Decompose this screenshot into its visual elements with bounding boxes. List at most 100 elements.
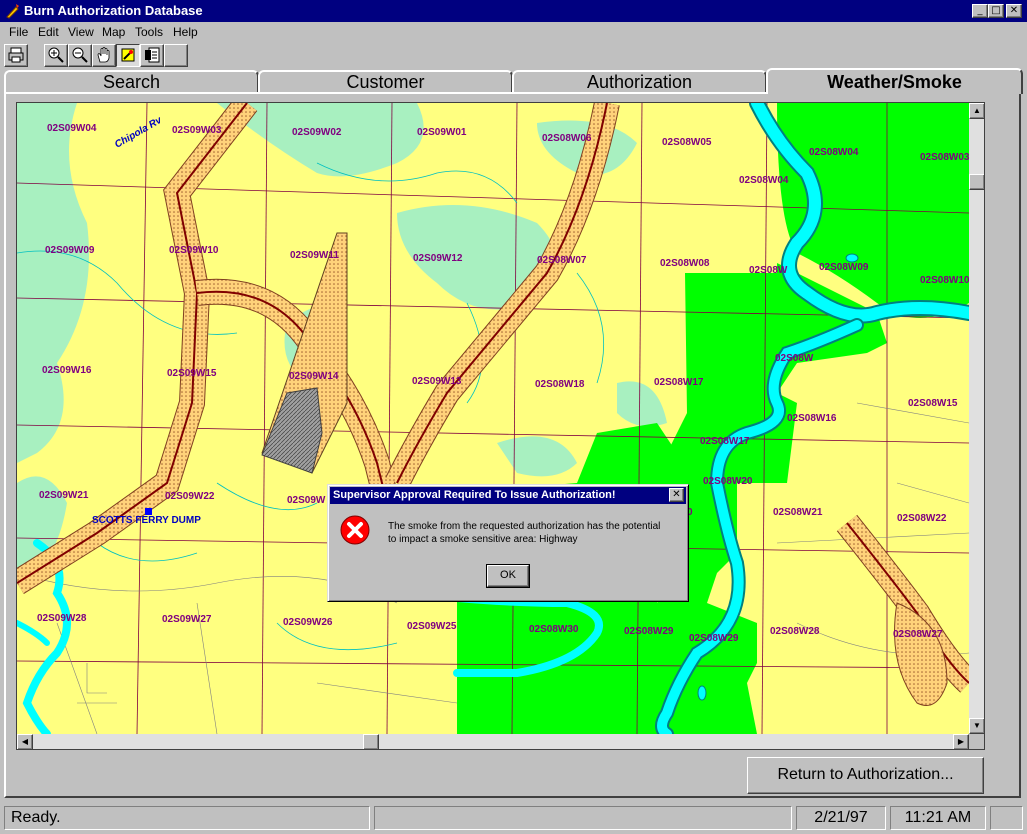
print-icon[interactable] — [4, 44, 28, 67]
dialog-close-button[interactable]: ✕ — [669, 488, 684, 502]
menu-view[interactable]: View — [68, 25, 94, 39]
lake — [845, 253, 859, 263]
section-label: 02S08W10 — [920, 275, 969, 286]
dialog-message-line-2: to impact a smoke sensitive area: Highwa… — [388, 534, 578, 545]
dialog-title-text: Supervisor Approval Required To Issue Au… — [333, 489, 616, 501]
section-label: 02S08W15 — [908, 398, 958, 409]
section-label: 02S09W10 — [169, 245, 219, 256]
status-message: Ready. — [4, 806, 370, 830]
scroll-corner — [969, 734, 984, 749]
place-label: SCOTTS FERRY DUMP — [92, 515, 201, 526]
ok-button[interactable]: OK — [486, 564, 530, 588]
dialog-message-line-1: The smoke from the requested authorizati… — [388, 521, 661, 532]
approval-dialog[interactable]: Supervisor Approval Required To Issue Au… — [327, 484, 689, 602]
pond — [697, 685, 707, 701]
return-button-label: Return to Authorization... — [777, 766, 954, 783]
section-label: 02S09W — [287, 495, 326, 506]
menu-edit[interactable]: Edit — [38, 25, 59, 39]
tab-authorization[interactable]: Authorization — [512, 70, 767, 92]
section-label: 02S08W07 — [537, 255, 587, 266]
window-title: Burn Authorization Database — [24, 3, 203, 18]
scroll-left-button[interactable]: ◀ — [17, 734, 33, 749]
section-label: 02S09W01 — [417, 127, 467, 138]
vertical-scrollbar[interactable]: ▲ ▼ — [969, 103, 984, 734]
section-label: 02S08W — [749, 265, 788, 276]
section-label: 02S08W29 — [624, 626, 674, 637]
identify-icon[interactable] — [116, 44, 140, 67]
section-label: 02S09W16 — [42, 365, 92, 376]
section-label: 02S08W08 — [660, 258, 710, 269]
section-label: 02S08W — [775, 353, 814, 364]
menu-map[interactable]: Map — [102, 25, 125, 39]
map-view[interactable]: Chipola Rv SCOTTS FERRY DUMP 02S09W04 02S… — [16, 102, 985, 750]
section-label: 02S09W02 — [292, 127, 342, 138]
title-bar[interactable]: Burn Authorization Database _ □ ✕ — [0, 0, 1027, 22]
section-label: 02S09W15 — [167, 368, 217, 379]
section-label: 02S08W09 — [819, 262, 869, 273]
section-label: 02S08W20 — [703, 476, 753, 487]
dialog-title[interactable]: Supervisor Approval Required To Issue Au… — [330, 487, 686, 504]
zoom-out-icon[interactable] — [68, 44, 92, 67]
status-bar: Ready. 2/21/97 11:21 AM — [0, 803, 1027, 834]
menu-tools[interactable]: Tools — [135, 25, 163, 39]
toolbar — [0, 42, 1027, 70]
section-label: 02S08W03 — [920, 152, 969, 163]
section-label: 02S09W13 — [412, 376, 462, 387]
close-button[interactable]: ✕ — [1006, 4, 1022, 18]
section-label: 02S09W09 — [45, 245, 95, 256]
section-label: 02S09W12 — [413, 253, 463, 264]
toolbar-blank-button[interactable] — [164, 44, 188, 67]
section-label: 02S09W21 — [39, 490, 89, 501]
horizontal-scrollbar[interactable]: ◀ ▶ — [17, 734, 969, 749]
tab-weather-smoke[interactable]: Weather/Smoke — [766, 68, 1023, 94]
section-label: 02S09W03 — [172, 125, 222, 136]
section-label: 02S08W04 — [809, 147, 859, 158]
section-label: 02S08W05 — [662, 137, 712, 148]
menu-help[interactable]: Help — [173, 25, 198, 39]
section-label: 02S08W22 — [897, 513, 947, 524]
section-label: 02S09W22 — [165, 491, 215, 502]
scroll-down-button[interactable]: ▼ — [969, 718, 984, 734]
section-label: 02S08W27 — [893, 629, 943, 640]
scroll-up-button[interactable]: ▲ — [969, 103, 984, 119]
section-label: 02S09W27 — [162, 614, 212, 625]
section-label: 02S08W29 — [689, 633, 739, 644]
vertical-scroll-thumb[interactable] — [969, 174, 984, 190]
menu-bar: File Edit View Map Tools Help — [0, 22, 1027, 42]
scroll-right-button[interactable]: ▶ — [953, 734, 969, 749]
section-label: 02S08W30 — [529, 624, 579, 635]
status-pane-end — [990, 806, 1023, 830]
menu-file[interactable]: File — [9, 25, 28, 39]
section-label: 02S09W11 — [290, 250, 339, 261]
return-to-authorization-button[interactable]: Return to Authorization... — [747, 757, 984, 794]
section-label: 02S09W25 — [407, 621, 457, 632]
status-time: 11:21 AM — [890, 806, 986, 830]
section-label: 02S09W28 — [37, 613, 87, 624]
error-stop-icon — [340, 515, 370, 545]
section-label: 02S08W21 — [773, 507, 823, 518]
section-label: 02S08W18 — [535, 379, 585, 390]
tab-search[interactable]: Search — [4, 70, 259, 92]
dump-marker — [145, 508, 152, 515]
map-canvas[interactable]: Chipola Rv SCOTTS FERRY DUMP 02S09W04 02S… — [17, 103, 969, 734]
zoom-in-icon[interactable] — [44, 44, 68, 67]
section-label: 02S09W26 — [283, 617, 333, 628]
section-label: 02S08W06 — [542, 133, 592, 144]
status-pane-blank — [374, 806, 792, 830]
section-label: 02S08W16 — [787, 413, 837, 424]
fire-icon — [6, 4, 19, 19]
dialog-message: The smoke from the requested authorizati… — [388, 520, 683, 546]
tab-customer[interactable]: Customer — [258, 70, 513, 92]
report-icon[interactable] — [140, 44, 164, 67]
section-label: 02S08W17 — [700, 436, 750, 447]
section-label: 02S08W17 — [654, 377, 704, 388]
status-date: 2/21/97 — [796, 806, 886, 830]
pan-hand-icon[interactable] — [92, 44, 116, 67]
section-label: 02S08W04 — [739, 175, 789, 186]
minimize-button[interactable]: _ — [972, 4, 988, 18]
maximize-button[interactable]: □ — [988, 4, 1004, 18]
section-label: 02S08W28 — [770, 626, 820, 637]
section-label: 02S09W14 — [289, 371, 339, 382]
horizontal-scroll-thumb[interactable] — [363, 734, 379, 749]
section-label: 02S09W04 — [47, 123, 97, 134]
